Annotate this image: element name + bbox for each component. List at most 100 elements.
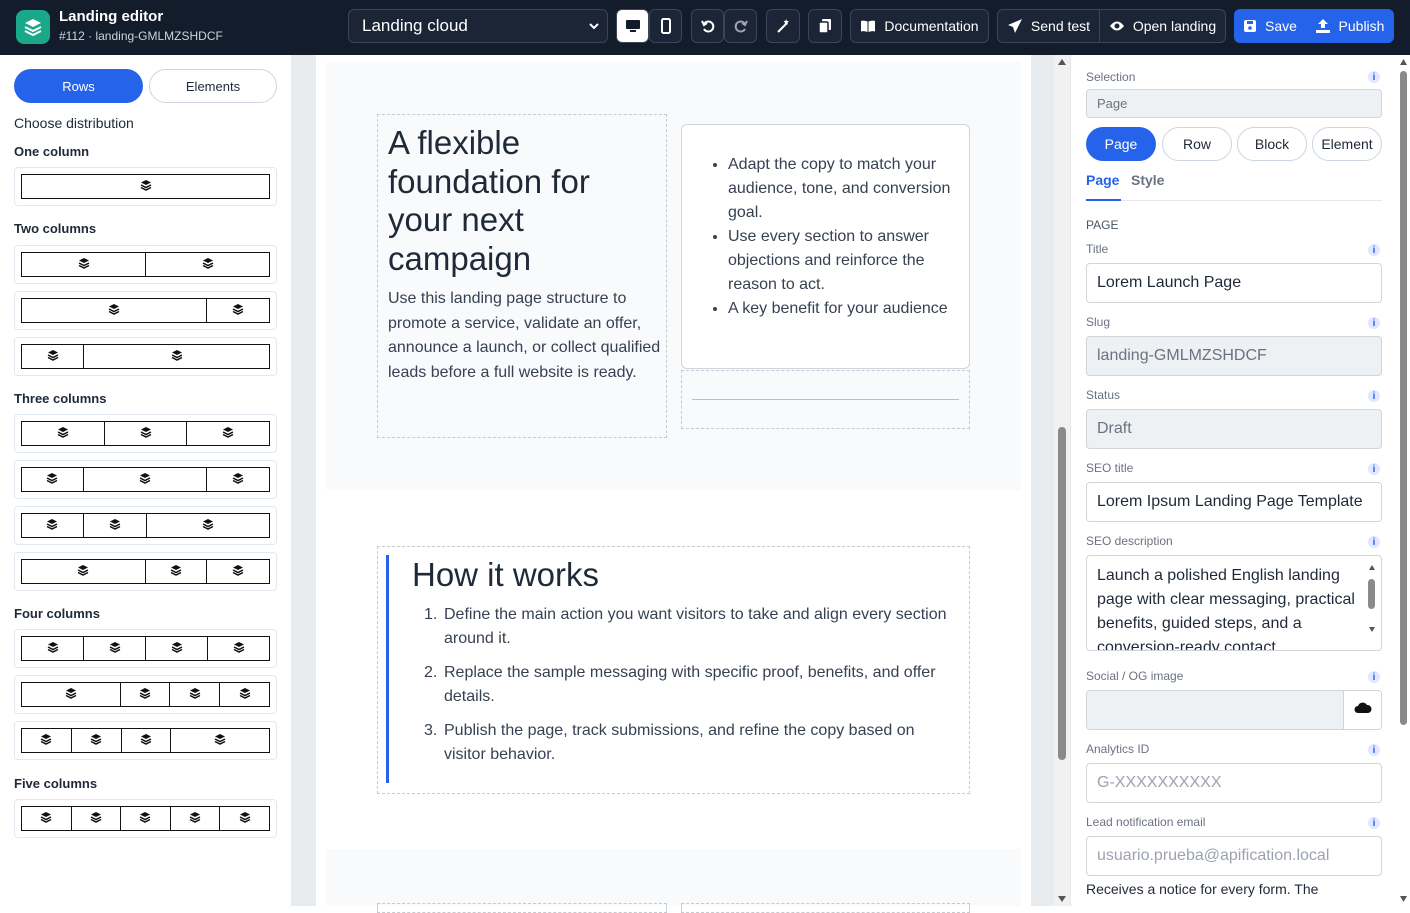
scope-element-button[interactable]: Element <box>1312 127 1382 161</box>
how-it-works-title[interactable]: How it works <box>412 556 599 594</box>
panel-scrollbar-thumb[interactable] <box>1400 71 1407 725</box>
layers-icon <box>57 425 69 443</box>
layout-4col-left-wide[interactable] <box>14 675 277 714</box>
tab-style[interactable]: Style <box>1131 172 1164 188</box>
step-item[interactable]: 1. Define the main action you want visito… <box>424 603 959 651</box>
send-test-button[interactable]: Send test <box>997 9 1100 43</box>
panel-scrollbar[interactable] <box>1397 55 1410 906</box>
layout-3col-equal[interactable] <box>14 414 277 453</box>
layers-icon <box>108 302 120 320</box>
layout-3col-center-wide[interactable] <box>14 460 277 499</box>
canvas-scrollbar-thumb[interactable] <box>1058 427 1066 760</box>
next-section[interactable] <box>326 849 1021 906</box>
layers-icon <box>222 425 234 443</box>
benefit-item[interactable]: Use every section to answer objections a… <box>728 225 958 297</box>
divider-line <box>692 399 959 400</box>
magic-button[interactable] <box>766 9 800 43</box>
lead-email-input[interactable]: usuario.prueba@apification.local <box>1086 836 1382 876</box>
top-bar: Landing editor #112 · landing-GMLMZSHDCF… <box>0 0 1410 55</box>
tab-divider <box>1086 200 1382 201</box>
documentation-button[interactable]: Documentation <box>850 9 989 43</box>
desktop-view-button[interactable] <box>616 9 649 43</box>
copy-button[interactable] <box>808 9 842 43</box>
hero-paragraph[interactable]: Use this landing page structure to promo… <box>388 287 663 385</box>
info-icon[interactable]: i <box>1368 71 1380 83</box>
info-icon[interactable]: i <box>1368 317 1380 329</box>
layout-column <box>207 560 269 583</box>
layers-icon <box>90 732 102 750</box>
group-label-two-columns: Two columns <box>14 221 97 236</box>
info-icon[interactable]: i <box>1368 817 1380 829</box>
rows-tab[interactable]: Rows <box>14 69 143 103</box>
og-image-input[interactable] <box>1086 690 1344 730</box>
layers-icon <box>47 640 59 658</box>
info-icon[interactable]: i <box>1368 463 1380 475</box>
elements-tab[interactable]: Elements <box>149 69 277 103</box>
step-number: 1. <box>424 606 438 623</box>
layers-icon <box>139 471 151 489</box>
layers-icon <box>214 732 226 750</box>
benefit-item[interactable]: A key benefit for your audience <box>728 297 958 321</box>
analytics-input[interactable]: G-XXXXXXXXXX <box>1086 763 1382 803</box>
step-item[interactable]: 2. Replace the sample messaging with spec… <box>424 661 959 709</box>
layout-column <box>22 299 208 322</box>
scope-row-button[interactable]: Row <box>1162 127 1232 161</box>
layers-icon <box>232 302 244 320</box>
layout-4col-equal[interactable] <box>14 629 277 668</box>
layers-icon <box>47 348 59 366</box>
template-select-value: Landing cloud <box>362 16 468 35</box>
textarea-scrollbar[interactable] <box>1368 559 1376 632</box>
benefits-card[interactable]: Adapt the copy to match your audience, t… <box>681 124 970 369</box>
save-icon <box>1243 19 1257 33</box>
step-number: 2. <box>424 664 438 681</box>
save-button[interactable]: Save <box>1234 9 1306 43</box>
seo-description-textarea[interactable]: Launch a polished English landing page w… <box>1086 555 1382 651</box>
publish-button[interactable]: Publish <box>1305 9 1394 43</box>
next-block-left[interactable] <box>377 903 667 913</box>
layout-column <box>208 637 269 660</box>
benefit-item[interactable]: Adapt the copy to match your audience, t… <box>728 153 958 225</box>
info-icon[interactable]: i <box>1368 536 1380 548</box>
publish-label: Publish <box>1338 18 1385 34</box>
info-icon[interactable]: i <box>1368 390 1380 402</box>
scope-block-button[interactable]: Block <box>1237 127 1307 161</box>
mobile-view-button[interactable] <box>649 9 682 43</box>
layers-icon <box>65 686 77 704</box>
tab-page[interactable]: Page <box>1086 172 1119 188</box>
book-icon <box>860 19 876 33</box>
chevron-down-icon <box>587 18 601 38</box>
magic-wand-icon <box>775 18 791 34</box>
layout-2col-wide-narrow[interactable] <box>14 291 277 330</box>
layers-icon <box>139 810 151 828</box>
title-input[interactable]: Lorem Launch Page <box>1086 263 1382 303</box>
next-block-right[interactable] <box>681 903 970 913</box>
layout-3col-right-wide[interactable] <box>14 506 277 545</box>
seo-title-label: SEO title <box>1086 461 1134 475</box>
benefits-list: Adapt the copy to match your audience, t… <box>728 153 958 321</box>
layout-5col-equal[interactable] <box>14 799 277 838</box>
scope-page-button[interactable]: Page <box>1086 127 1156 161</box>
redo-button[interactable] <box>724 9 757 43</box>
info-icon[interactable]: i <box>1368 244 1380 256</box>
lead-email-label: Lead notification email <box>1086 815 1206 829</box>
step-item[interactable]: 3. Publish the page, track submissions, a… <box>424 719 959 767</box>
layout-3col-left-wide[interactable] <box>14 552 277 591</box>
layout-column <box>22 683 121 706</box>
layout-2col-equal[interactable] <box>14 245 277 284</box>
seo-title-input[interactable]: Lorem Ipsum Landing Page Template <box>1086 482 1382 522</box>
properties-panel: Selection i Page Page Row Block Element … <box>1070 55 1410 906</box>
layout-4col-right-wide[interactable] <box>14 721 277 760</box>
info-icon[interactable]: i <box>1368 744 1380 756</box>
canvas-scrollbar[interactable] <box>1054 55 1070 906</box>
undo-button[interactable] <box>691 9 724 43</box>
open-landing-button[interactable]: Open landing <box>1099 9 1226 43</box>
layout-preview <box>21 252 270 277</box>
upload-image-button[interactable] <box>1343 690 1382 730</box>
textarea-scroll-thumb[interactable] <box>1368 579 1375 609</box>
template-select[interactable]: Landing cloud <box>348 9 608 43</box>
hero-title[interactable]: A flexible foundation for your next camp… <box>388 124 648 278</box>
layout-2col-narrow-wide[interactable] <box>14 337 277 376</box>
layout-1col[interactable] <box>14 167 277 206</box>
scroll-up-icon <box>1369 565 1375 570</box>
info-icon[interactable]: i <box>1368 671 1380 683</box>
